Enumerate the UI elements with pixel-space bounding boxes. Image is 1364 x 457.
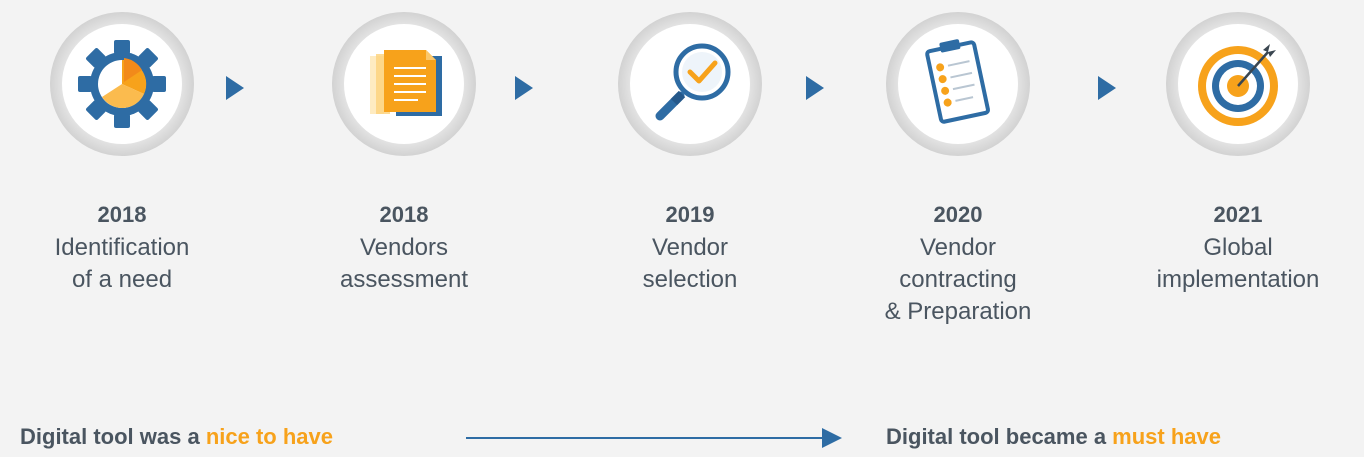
caption-text: Digital tool was a [20,424,206,449]
clipboard-checklist-icon [925,39,990,124]
step-circle [1164,10,1312,158]
document-icon [370,50,442,116]
progress-arrowhead-icon [822,428,842,448]
step-year: 2018 [97,202,147,227]
step-circle [616,10,764,158]
step-label: Identification of a need [54,234,190,293]
step-label: Global implementation [1156,234,1320,293]
step-label: Vendor selection [642,234,738,293]
caption-text: Digital tool became a [886,424,1113,449]
arrow-right-icon [806,76,824,100]
step-selection: 2019 Vendor selection [590,10,790,296]
step-circle [884,10,1032,158]
step-label: Vendors assessment [339,234,469,293]
gear-chart-icon [78,40,166,128]
magnifier-check-icon [655,43,731,121]
step-year: 2021 [1213,202,1263,227]
arrow-right-icon [515,76,533,100]
bottom-left-caption: Digital tool was a nice to have [20,424,333,450]
caption-highlight: must have [1112,424,1221,449]
step-year: 2018 [379,202,429,227]
step-year: 2019 [665,202,715,227]
arrow-right-icon [226,76,244,100]
target-icon [1198,44,1278,126]
step-circle [330,10,478,158]
step-label: Vendor contracting & Preparation [884,234,1032,325]
step-year: 2020 [933,202,983,227]
progress-line [466,437,826,439]
step-assessment: 2018 Vendors assessment [304,10,504,296]
step-contracting: 2020 Vendor contracting & Preparation [858,10,1058,328]
step-circle [48,10,196,158]
step-implementation: 2021 Global implementation [1138,10,1338,296]
caption-highlight: nice to have [205,424,333,449]
bottom-right-caption: Digital tool became a must have [886,424,1221,450]
arrow-right-icon [1098,76,1116,100]
step-identification: 2018 Identification of a need [22,10,222,296]
